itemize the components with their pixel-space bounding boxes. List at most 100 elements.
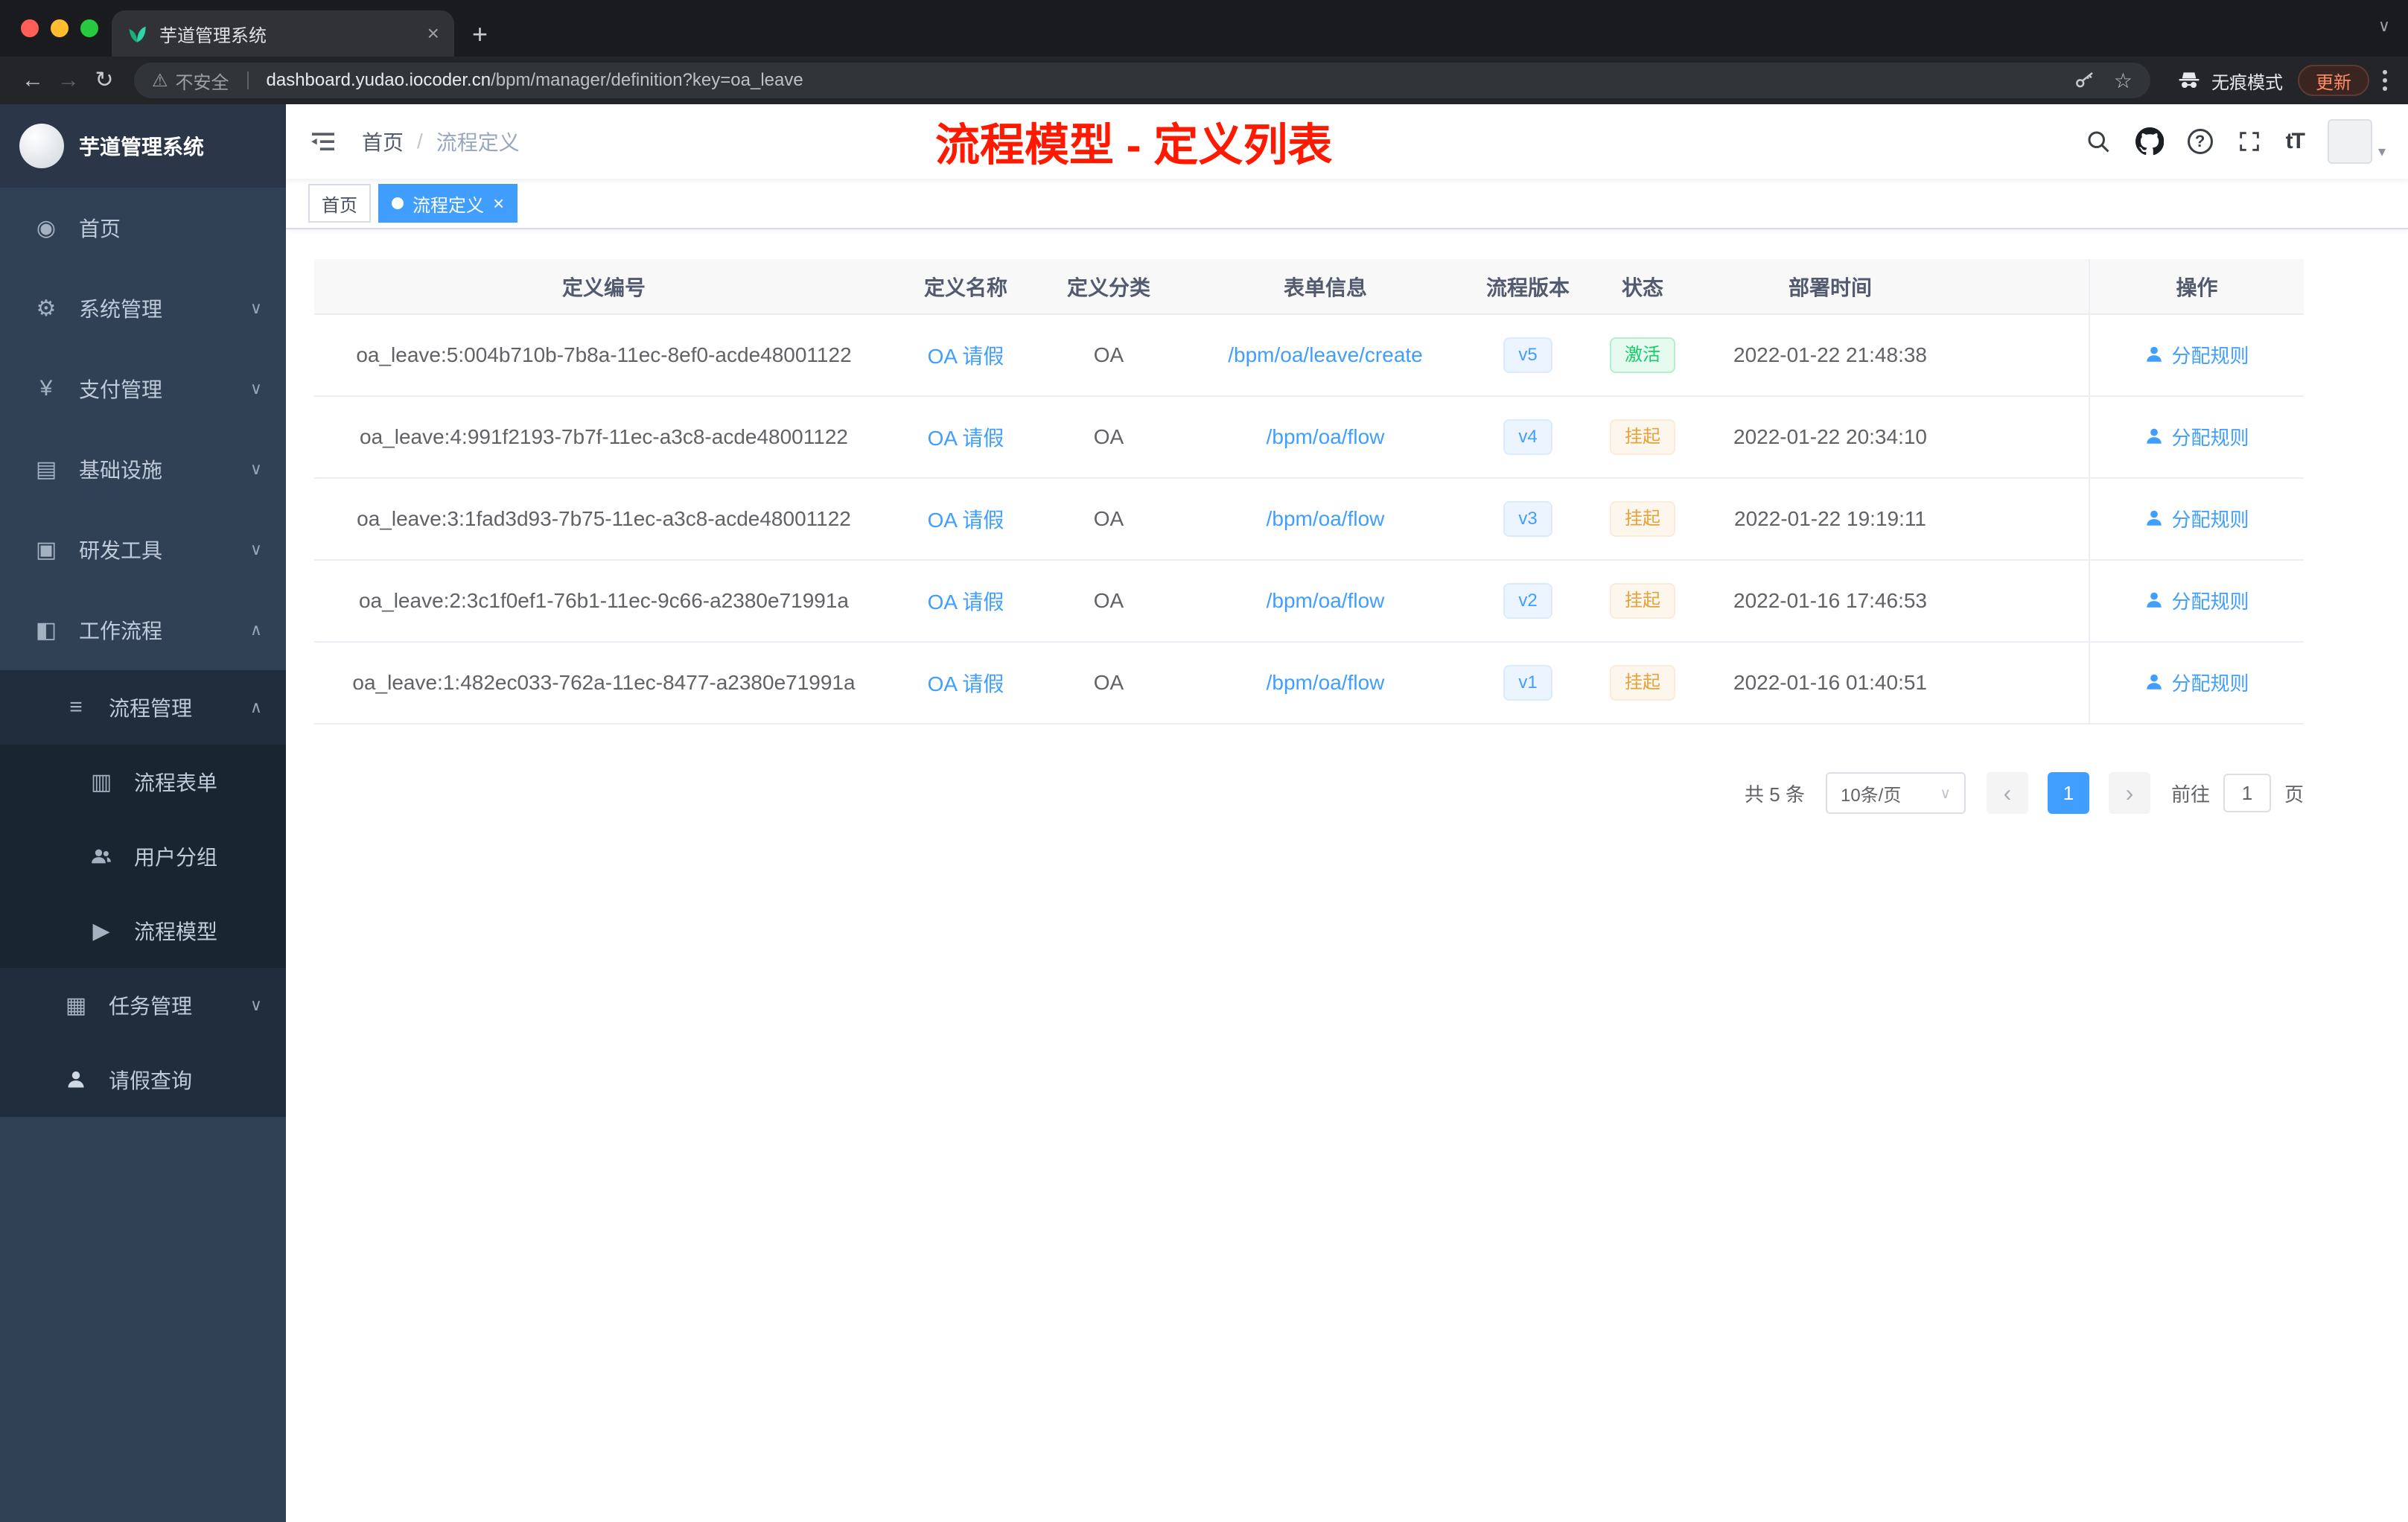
deploy-time: 2022-01-16 01:40:51 (1701, 642, 1960, 725)
definition-name-link[interactable]: OA 请假 (928, 427, 1004, 450)
definition-name-link[interactable]: OA 请假 (928, 509, 1004, 532)
window-close-button[interactable] (21, 19, 39, 37)
bookmark-star-icon[interactable]: ☆ (2114, 69, 2133, 93)
sidebar-item-workflow[interactable]: ◧ 工作流程 ∧ (0, 590, 286, 670)
goto-page-input[interactable] (2223, 774, 2271, 812)
form-info-link[interactable]: /bpm/oa/flow (1267, 507, 1385, 530)
sidebar-item-leave-query[interactable]: 请假查询 (0, 1042, 286, 1117)
github-icon[interactable] (2135, 127, 2164, 156)
security-warning-icon: ⚠ (152, 70, 168, 91)
tag-home[interactable]: 首页 (308, 184, 371, 223)
tag-close-icon[interactable]: × (493, 194, 504, 213)
sidebar-item-label: 流程模型 (134, 920, 218, 943)
definition-name-link[interactable]: OA 请假 (928, 672, 1004, 695)
assign-rule-link[interactable]: 分配规则 (2144, 505, 2249, 532)
sidebar-item-user-group[interactable]: 用户分组 (0, 819, 286, 894)
version-tag: v4 (1503, 419, 1552, 455)
definition-category: OA (1038, 478, 1179, 561)
pagination: 共 5 条 10条/页 ∨ ‹ 1 › 前往 页 (314, 772, 2304, 814)
search-icon[interactable] (2085, 128, 2112, 155)
form-info-link[interactable]: /bpm/oa/leave/create (1228, 343, 1423, 366)
browser-update-button[interactable]: 更新 (2298, 65, 2369, 96)
sidebar-item-devtools[interactable]: ▣ 研发工具 ∨ (0, 509, 286, 590)
sidebar-item-label: 用户分组 (134, 846, 218, 869)
definition-name-link[interactable]: OA 请假 (928, 590, 1004, 614)
user-icon (2144, 427, 2164, 446)
sidebar-item-label: 基础设施 (79, 459, 163, 482)
table-row: oa_leave:5:004b710b-7b8a-11ec-8ef0-acde4… (314, 314, 2304, 397)
url-text: dashboard.yudao.iocoder.cn/bpm/manager/d… (267, 70, 803, 91)
tasks-icon: ▦ (65, 993, 87, 1018)
status-tag: 挂起 (1610, 665, 1675, 701)
browser-tabstrip: 芋道管理系统 × + ∨ (0, 0, 2408, 57)
assign-rule-link[interactable]: 分配规则 (2144, 341, 2249, 369)
current-page-button[interactable]: 1 (2047, 772, 2089, 814)
table-header-row: 定义编号 定义名称 定义分类 表单信息 流程版本 状态 部署时间 操作 (314, 259, 2304, 315)
fullscreen-icon[interactable] (2237, 129, 2262, 154)
tag-process-definition[interactable]: 流程定义 × (378, 184, 518, 223)
chevron-down-icon: ∨ (249, 299, 262, 317)
breadcrumb-home[interactable]: 首页 (362, 127, 404, 156)
hamburger-icon[interactable] (308, 127, 338, 156)
next-page-button[interactable]: › (2108, 772, 2150, 814)
sidebar-item-label: 流程表单 (134, 771, 218, 795)
sidebar-item-payment[interactable]: ¥ 支付管理 ∨ (0, 348, 286, 429)
help-icon[interactable]: ? (2187, 129, 2213, 154)
tab-search-icon[interactable]: ∨ (2378, 16, 2390, 36)
forward-icon[interactable]: → (51, 69, 86, 92)
briefcase-icon: ◧ (35, 617, 57, 643)
address-bar[interactable]: ⚠ 不安全 dashboard.yudao.iocoder.cn/bpm/man… (134, 63, 2150, 98)
sidebar-item-process-model[interactable]: ▶ 流程模型 (0, 894, 286, 968)
font-size-icon[interactable]: tT (2286, 129, 2305, 154)
filler-cell (1960, 642, 2089, 725)
back-icon[interactable]: ← (15, 69, 51, 92)
tab-title: 芋道管理系统 (159, 25, 267, 46)
form-info-link[interactable]: /bpm/oa/flow (1267, 671, 1385, 694)
definition-id: oa_leave:5:004b710b-7b8a-11ec-8ef0-acde4… (314, 314, 894, 397)
avatar (2327, 119, 2372, 164)
form-info-link[interactable]: /bpm/oa/flow (1267, 589, 1385, 612)
incognito-spy-icon (2177, 69, 2201, 92)
tab-close-icon[interactable]: × (427, 22, 439, 45)
users-icon (85, 846, 118, 867)
sidebar-item-process-form[interactable]: ▥ 流程表单 (0, 745, 286, 819)
window-minimize-button[interactable] (51, 19, 69, 37)
active-dot-icon (392, 197, 404, 209)
col-form-info: 表单信息 (1179, 259, 1471, 315)
assign-rule-link[interactable]: 分配规则 (2144, 587, 2249, 614)
deploy-time: 2022-01-16 17:46:53 (1701, 560, 1960, 643)
browser-tab[interactable]: 芋道管理系统 × (112, 10, 454, 57)
status-tag: 挂起 (1610, 419, 1675, 455)
definition-name-link[interactable]: OA 请假 (928, 345, 1004, 368)
col-status: 状态 (1584, 259, 1701, 315)
sidebar-item-task-management[interactable]: ▦ 任务管理 ∨ (0, 968, 286, 1042)
prev-page-button[interactable]: ‹ (1986, 772, 2028, 814)
breadcrumb: 首页 / 流程定义 (362, 127, 520, 156)
user-menu[interactable]: ▾ (2327, 119, 2386, 164)
user-icon (2144, 345, 2164, 364)
sidebar-item-home[interactable]: ◉ 首页 (0, 188, 286, 268)
window-zoom-button[interactable] (80, 19, 98, 37)
sidebar-item-system[interactable]: ⚙ 系统管理 ∨ (0, 268, 286, 348)
sidebar-item-label: 流程管理 (109, 697, 193, 720)
app-window: 芋道管理系统 ◉ 首页 ⚙ 系统管理 ∨ ¥ 支付管理 ∨ ▤ 基础设施 ∨ ▣… (0, 104, 2408, 1522)
sidebar-item-process-management[interactable]: ≡ 流程管理 ∧ (0, 670, 286, 745)
version-tag: v5 (1503, 337, 1552, 373)
browser-menu-icon[interactable] (2383, 70, 2387, 91)
key-icon[interactable] (2074, 69, 2096, 92)
col-definition-name: 定义名称 (894, 259, 1038, 315)
page-size-select[interactable]: 10条/页 ∨ (1825, 772, 1966, 814)
assign-rule-link[interactable]: 分配规则 (2144, 423, 2249, 450)
reload-icon[interactable]: ↻ (86, 69, 122, 92)
page-unit-label: 页 (2284, 783, 2304, 806)
sidebar-item-infrastructure[interactable]: ▤ 基础设施 ∨ (0, 429, 286, 509)
url-domain: dashboard.yudao.iocoder.cn (266, 70, 491, 90)
assign-rule-link[interactable]: 分配规则 (2144, 669, 2249, 696)
sidebar-logo[interactable]: 芋道管理系统 (0, 104, 286, 188)
chevron-down-icon: ∨ (1940, 785, 1951, 802)
send-icon: ▶ (92, 918, 110, 943)
form-info-link[interactable]: /bpm/oa/flow (1267, 425, 1385, 448)
status-tag: 激活 (1610, 337, 1675, 373)
definition-id: oa_leave:4:991f2193-7b7f-11ec-a3c8-acde4… (314, 396, 894, 479)
new-tab-button[interactable]: + (472, 21, 488, 48)
